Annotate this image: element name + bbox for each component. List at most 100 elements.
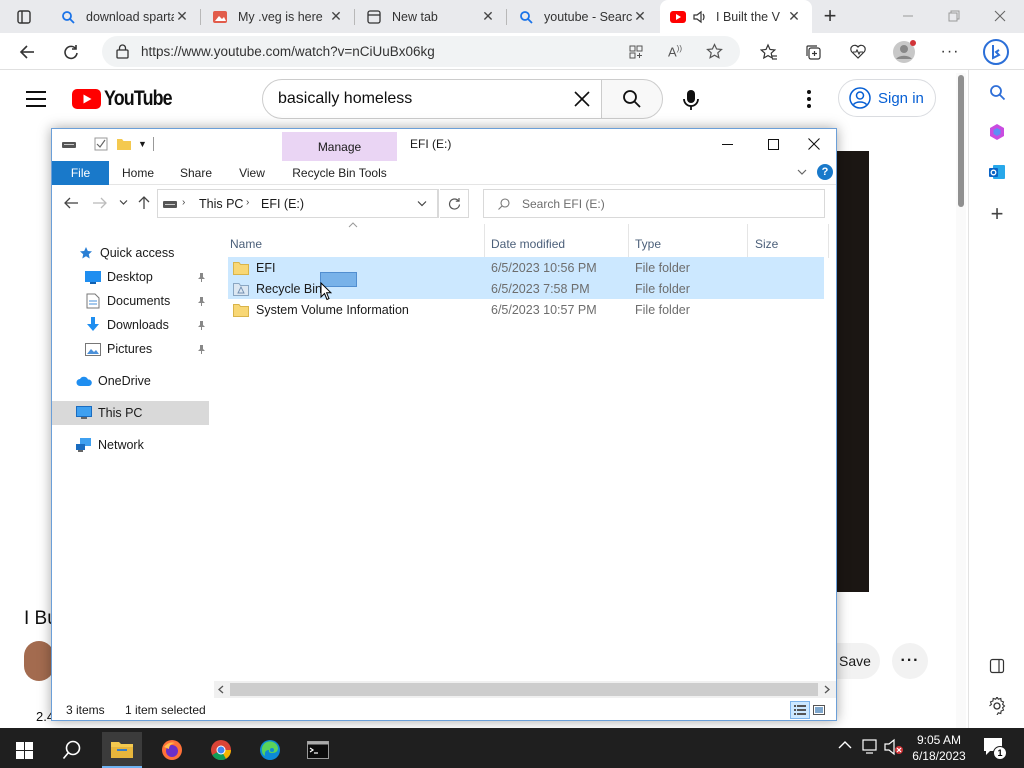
hamburger-menu-icon[interactable] xyxy=(26,91,46,107)
tab-view[interactable]: View xyxy=(227,161,277,185)
volume-muted-icon[interactable] xyxy=(884,738,904,756)
horizontal-scroll-thumb[interactable] xyxy=(230,683,818,696)
network-status-icon[interactable] xyxy=(862,739,880,755)
pin-icon[interactable] xyxy=(197,321,207,331)
breadcrumb-this-pc[interactable]: This PC xyxy=(199,192,243,216)
address-box[interactable]: › This PC › EFI (E:) xyxy=(157,189,439,218)
video-player[interactable] xyxy=(836,151,869,592)
column-header-name[interactable]: Name xyxy=(230,234,262,254)
column-header-type[interactable]: Type xyxy=(635,234,661,254)
youtube-logo[interactable]: YouTube xyxy=(72,87,184,110)
voice-search-button[interactable] xyxy=(680,88,702,112)
speaker-icon[interactable] xyxy=(692,9,708,25)
file-row[interactable]: Recycle Bin 6/5/2023 7:58 PM File folder xyxy=(228,278,824,299)
nav-desktop[interactable]: Desktop xyxy=(85,266,153,288)
video-more-actions-button[interactable]: ··· xyxy=(892,643,928,679)
close-window-button[interactable] xyxy=(792,129,836,159)
nav-documents[interactable]: Documents xyxy=(85,290,170,312)
tab-share[interactable]: Share xyxy=(170,161,222,185)
file-list-horizontal-scrollbar[interactable] xyxy=(214,681,836,698)
sidebar-search-icon[interactable] xyxy=(987,82,1007,102)
nav-quick-access[interactable]: Quick access xyxy=(78,242,174,264)
breadcrumb-efi-drive[interactable]: EFI (E:) xyxy=(261,192,304,216)
favorites-button[interactable] xyxy=(754,37,784,67)
show-hidden-icons-button[interactable] xyxy=(838,740,852,750)
pin-icon[interactable] xyxy=(197,273,207,283)
page-scrollbar-thumb[interactable] xyxy=(958,75,964,207)
taskbar-firefox[interactable] xyxy=(152,732,192,768)
clear-search-icon[interactable] xyxy=(573,90,591,108)
file-row[interactable]: EFI 6/5/2023 10:56 PM File folder xyxy=(228,257,824,278)
page-scrollbar[interactable] xyxy=(956,73,966,728)
close-tab-icon[interactable]: ✕ xyxy=(480,8,496,25)
office-icon[interactable] xyxy=(987,122,1007,142)
details-view-icon[interactable] xyxy=(790,701,810,719)
close-tab-icon[interactable]: ✕ xyxy=(174,8,190,25)
pin-icon[interactable] xyxy=(197,297,207,307)
browser-tab-4[interactable]: youtube - Search ✕ xyxy=(508,0,658,33)
qat-customize-icon[interactable]: ▼ xyxy=(138,139,147,149)
close-tab-icon[interactable]: ✕ xyxy=(786,8,802,25)
add-sidebar-app-icon[interactable]: + xyxy=(987,201,1007,226)
new-tab-button[interactable]: + xyxy=(815,1,845,31)
taskbar-edge[interactable] xyxy=(250,732,290,768)
tab-recycle-bin-tools[interactable]: Recycle Bin Tools xyxy=(282,161,397,185)
sidebar-settings-icon[interactable] xyxy=(987,696,1007,716)
scroll-left-icon[interactable] xyxy=(217,685,224,694)
taskbar-chrome[interactable] xyxy=(201,732,241,768)
nav-network[interactable]: Network xyxy=(76,434,144,456)
taskbar-terminal[interactable] xyxy=(298,732,338,768)
refresh-icon[interactable] xyxy=(440,189,469,218)
tab-actions-button[interactable] xyxy=(9,2,39,32)
lock-icon[interactable] xyxy=(116,44,129,59)
pin-icon[interactable] xyxy=(197,345,207,355)
save-video-button[interactable]: Save xyxy=(836,643,880,679)
refresh-button[interactable] xyxy=(56,37,86,67)
explorer-title-bar[interactable]: ▼ Manage EFI (E:) xyxy=(52,129,836,161)
nav-this-pc[interactable]: This PC xyxy=(76,402,142,424)
more-options-icon[interactable] xyxy=(806,89,814,109)
help-icon[interactable]: ? xyxy=(817,164,833,180)
browser-tab-3[interactable]: New tab ✕ xyxy=(356,0,506,33)
notifications-button[interactable]: 1 xyxy=(982,736,1007,760)
collections-button[interactable] xyxy=(798,37,828,67)
file-row[interactable]: System Volume Information 6/5/2023 10:57… xyxy=(228,299,824,320)
manage-contextual-tab[interactable]: Manage xyxy=(282,132,397,161)
settings-more-button[interactable]: ··· xyxy=(935,37,965,67)
sign-in-button[interactable]: Sign in xyxy=(838,79,936,117)
address-bar[interactable]: https://www.youtube.com/watch?v=nCiUuBx0… xyxy=(102,36,740,67)
read-aloud-icon[interactable]: A)) xyxy=(668,44,682,59)
properties-qat-icon[interactable] xyxy=(94,137,108,151)
taskbar-file-explorer[interactable] xyxy=(102,732,142,768)
tab-home[interactable]: Home xyxy=(112,161,164,185)
youtube-search-button[interactable] xyxy=(601,79,663,119)
taskbar-search-button[interactable] xyxy=(52,732,92,768)
recent-locations-icon[interactable] xyxy=(119,199,128,206)
nav-downloads[interactable]: Downloads xyxy=(85,314,169,336)
column-header-size[interactable]: Size xyxy=(755,234,778,254)
minimize-window-button[interactable] xyxy=(704,129,750,159)
nav-onedrive[interactable]: OneDrive xyxy=(76,370,151,392)
restore-browser-button[interactable] xyxy=(939,1,969,31)
bing-copilot-button[interactable] xyxy=(981,37,1011,67)
expand-ribbon-icon[interactable] xyxy=(796,166,808,178)
browser-tab-2[interactable]: My .veg is here ✕ xyxy=(202,0,354,33)
new-folder-qat-icon[interactable] xyxy=(116,137,132,151)
address-dropdown-icon[interactable] xyxy=(417,200,427,207)
browser-tab-5-active[interactable]: I Built the V ✕ xyxy=(660,0,812,33)
scroll-right-icon[interactable] xyxy=(824,685,831,694)
minimize-browser-button[interactable] xyxy=(893,1,923,31)
column-header-date-modified[interactable]: Date modified xyxy=(491,234,565,254)
browser-tab-1[interactable]: download sparta ✕ xyxy=(50,0,200,33)
browser-essentials-button[interactable] xyxy=(843,37,873,67)
app-available-icon[interactable] xyxy=(628,44,644,60)
close-tab-icon[interactable]: ✕ xyxy=(632,8,648,25)
close-browser-button[interactable] xyxy=(985,1,1015,31)
maximize-window-button[interactable] xyxy=(750,129,796,159)
back-arrow-icon[interactable] xyxy=(64,197,78,209)
outlook-icon[interactable] xyxy=(987,162,1007,182)
back-button[interactable] xyxy=(12,37,42,67)
explorer-search-box[interactable]: Search EFI (E:) xyxy=(483,189,825,218)
favorite-star-icon[interactable] xyxy=(706,43,723,60)
profile-button[interactable] xyxy=(889,37,919,67)
